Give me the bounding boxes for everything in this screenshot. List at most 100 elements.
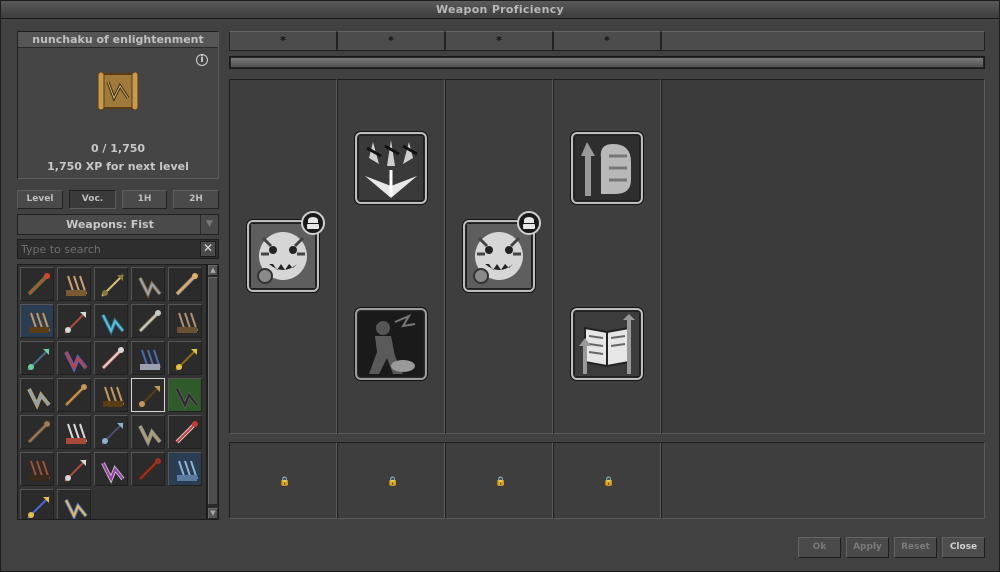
search-box: ✕ — [17, 239, 219, 259]
item-slot[interactable] — [94, 378, 128, 412]
info-icon[interactable]: i — [196, 54, 208, 66]
item-slot[interactable] — [94, 452, 128, 486]
nunchaku-icon — [64, 384, 87, 407]
level-star: * — [229, 31, 337, 51]
spear-icon — [138, 277, 162, 299]
flame-whip-icon — [27, 273, 50, 296]
claws-icon — [66, 423, 87, 444]
item-slot[interactable] — [168, 378, 202, 412]
item-slot[interactable] — [57, 452, 91, 486]
lock-icon: 🔒 — [495, 477, 507, 487]
red-staff-icon — [138, 458, 161, 481]
item-slot[interactable] — [168, 304, 202, 338]
purple-axe-icon — [101, 462, 125, 484]
scroll-thumb[interactable] — [208, 277, 218, 505]
level-star-empty — [661, 31, 985, 51]
item-slot[interactable] — [20, 267, 54, 301]
xp-next-level: 1,750 XP for next level — [47, 160, 189, 173]
fist-wrap-icon — [177, 312, 198, 333]
ok-button[interactable]: Ok — [798, 537, 841, 558]
search-input[interactable] — [21, 241, 197, 257]
lock-icon: 🔒 — [603, 477, 615, 487]
item-slot[interactable] — [131, 452, 165, 486]
golden-blade-icon — [27, 496, 50, 519]
black-gloves-icon — [175, 388, 199, 410]
item-panel: nunchaku of enlightenment i 0 / 1,750 1,… — [17, 31, 219, 179]
claws-icon — [64, 459, 87, 482]
weapon-category-dropdown[interactable]: Weapons: Fist ▼ — [17, 214, 219, 235]
triple-strike-icon[interactable] — [355, 132, 427, 204]
weapon-item-list — [17, 264, 207, 520]
claws-icon — [101, 347, 124, 370]
dropdown-label: Weapons: Fist — [66, 218, 154, 231]
item-name: nunchaku of enlightenment — [18, 32, 218, 48]
wand-icon — [27, 348, 50, 371]
rod-icon — [101, 274, 124, 297]
level-star: * — [337, 31, 445, 51]
lance-icon — [140, 349, 161, 370]
fist-up-icon[interactable] — [571, 132, 643, 204]
scroll-down-icon[interactable]: ▼ — [208, 508, 218, 519]
chevron-down-icon[interactable]: ▼ — [200, 215, 218, 234]
item-slot[interactable] — [131, 415, 165, 449]
item-slot[interactable] — [168, 452, 202, 486]
locked-slot: 🔒 — [229, 442, 337, 519]
item-slot[interactable] — [20, 415, 54, 449]
item-slot[interactable] — [131, 304, 165, 338]
weapon-proficiency-window: Weapon Proficiency nunchaku of enlighten… — [0, 0, 1000, 572]
clear-search-icon[interactable]: ✕ — [200, 241, 216, 257]
item-slot[interactable] — [131, 341, 165, 375]
upgrade-badge-icon[interactable] — [517, 211, 541, 235]
close-button[interactable]: Close — [942, 537, 985, 558]
staff-icon — [66, 275, 87, 296]
nunchaku-icon — [29, 312, 50, 333]
claw-gauntlet-icon — [175, 273, 198, 296]
item-slot[interactable] — [20, 452, 54, 486]
locked-slot: 🔒 — [445, 442, 553, 519]
golden-blade-icon — [64, 499, 88, 519]
progress-fill — [231, 58, 983, 67]
dagger-icon — [101, 422, 124, 445]
tab-level[interactable]: Level — [17, 190, 63, 209]
item-slot[interactable] — [57, 267, 91, 301]
tab-vocation[interactable]: Voc. — [69, 190, 116, 209]
item-slot[interactable] — [94, 304, 128, 338]
item-slot[interactable] — [57, 378, 91, 412]
crossbow-icon — [177, 460, 198, 481]
item-slot[interactable] — [57, 341, 91, 375]
reset-button[interactable]: Reset — [894, 537, 937, 558]
item-slot[interactable] — [20, 341, 54, 375]
item-slot[interactable] — [94, 267, 128, 301]
tab-one-handed[interactable]: 1H — [122, 190, 167, 209]
level-star: * — [445, 31, 553, 51]
window-title[interactable]: Weapon Proficiency — [1, 1, 999, 19]
item-slot[interactable] — [57, 415, 91, 449]
upgrade-badge-icon[interactable] — [301, 211, 325, 235]
perk-column-empty — [661, 79, 985, 434]
tome-up-icon[interactable] — [571, 308, 643, 380]
item-slot[interactable] — [20, 489, 54, 519]
scythe-icon — [27, 388, 51, 410]
item-slot[interactable] — [131, 267, 165, 301]
apply-button[interactable]: Apply — [846, 537, 889, 558]
ice-wand-icon — [101, 314, 125, 336]
item-slot[interactable] — [20, 304, 54, 338]
shadow-figure-icon[interactable] — [355, 308, 427, 380]
red-claw-icon — [175, 421, 198, 444]
proficiency-star-row: * * * * — [229, 31, 985, 51]
locked-slot-empty — [661, 442, 985, 519]
item-slot[interactable] — [20, 378, 54, 412]
item-slot[interactable] — [168, 341, 202, 375]
item-slot[interactable] — [57, 304, 91, 338]
tab-two-handed[interactable]: 2H — [173, 190, 219, 209]
item-slot[interactable] — [168, 267, 202, 301]
scroll-up-icon[interactable]: ▲ — [208, 265, 218, 276]
item-slot[interactable] — [131, 378, 165, 412]
xp-progress: 0 / 1,750 — [90, 142, 146, 155]
item-list-scrollbar[interactable]: ▲ ▼ — [207, 264, 219, 520]
item-slot[interactable] — [57, 489, 91, 519]
item-slot[interactable] — [94, 415, 128, 449]
sword-icon — [138, 310, 161, 333]
item-slot[interactable] — [168, 415, 202, 449]
item-slot[interactable] — [94, 341, 128, 375]
